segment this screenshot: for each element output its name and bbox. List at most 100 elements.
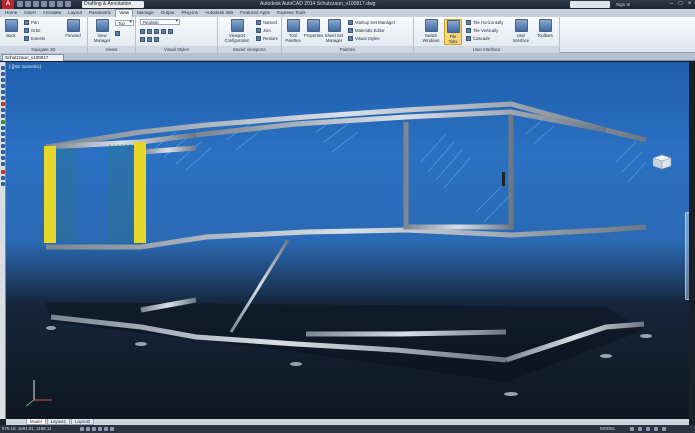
spline-tool-icon[interactable] [1, 108, 5, 112]
polyline-tool-icon[interactable] [1, 72, 5, 76]
ribbon-tab-insert[interactable]: Insert [21, 9, 39, 17]
tool-palettes-label: Tool Palettes [285, 33, 301, 43]
orbit-button[interactable]: Orbit [24, 27, 40, 34]
switch-windows-button[interactable]: Switch Windows [420, 19, 442, 45]
join-label: Join [263, 28, 271, 33]
ribbon-tab-parametric[interactable]: Parametric [86, 9, 114, 17]
extents-button[interactable]: Extents [24, 35, 45, 42]
ribbon-tab-home[interactable]: Home [2, 9, 20, 17]
rectangle-tool-icon[interactable] [1, 84, 5, 88]
copy-tool-icon[interactable] [1, 176, 5, 180]
clean-screen-icon[interactable] [662, 427, 666, 431]
isolate-icon[interactable] [654, 427, 658, 431]
plot-icon[interactable] [49, 1, 55, 7]
open-icon[interactable] [25, 1, 31, 7]
gradient-tool-icon[interactable] [1, 144, 5, 148]
polar-icon[interactable] [98, 427, 102, 431]
save-icon[interactable] [33, 1, 39, 7]
hatch-tool-icon[interactable] [1, 138, 5, 142]
forward-button[interactable]: Forward [64, 19, 82, 45]
back-button[interactable]: Back [2, 19, 20, 45]
ribbon-tab-plug-ins[interactable]: Plug-ins [178, 9, 201, 17]
viewport-configuration-button[interactable]: Viewport Configuration [224, 19, 250, 45]
materials-editor-button[interactable]: Materials Editor [348, 27, 385, 34]
tool-palettes-button[interactable]: Tool Palettes [284, 19, 302, 45]
grid-icon[interactable] [86, 427, 90, 431]
application-menu-button[interactable]: A [2, 0, 14, 9]
redo-icon[interactable] [65, 1, 71, 7]
otrack-icon[interactable] [110, 427, 114, 431]
mirror-tool-icon[interactable] [1, 182, 5, 186]
toolbars-button[interactable]: Toolbars [534, 19, 556, 45]
workspace-dropdown[interactable]: Drafting & Annotation [82, 1, 144, 8]
erase-tool-icon[interactable] [1, 170, 5, 174]
ellipse-tool-icon[interactable] [1, 114, 5, 118]
revcloud-tool-icon[interactable] [1, 102, 5, 106]
workspace-switch-icon[interactable] [638, 427, 642, 431]
ribbon-tab-autodesk-360[interactable]: Autodesk 360 [202, 9, 236, 17]
osnap-icon[interactable] [104, 427, 108, 431]
view-dropdown[interactable]: Top [115, 20, 134, 26]
join-viewports-button[interactable]: Join [256, 27, 271, 34]
annotation-scale-icon[interactable] [630, 427, 634, 431]
ribbon-tab-view[interactable]: View [115, 9, 134, 17]
polygon-tool-icon[interactable] [1, 78, 5, 82]
ribbon-tab-featured-apps[interactable]: Featured Apps [237, 9, 273, 17]
maximize-icon[interactable]: □ [677, 1, 684, 8]
point-tool-icon[interactable] [1, 132, 5, 136]
mtext-tool-icon[interactable] [1, 162, 5, 166]
view-manager-button[interactable]: View Manager [90, 19, 114, 45]
ortho-icon[interactable] [92, 427, 96, 431]
home-view-button[interactable] [115, 30, 120, 37]
tile-vertically-icon [466, 28, 471, 33]
user-interface-button[interactable]: User Interface [510, 19, 532, 45]
visual-style-dropdown[interactable]: Realistic [140, 19, 180, 25]
tile-horizontally-label: Tile Horizontally [473, 20, 504, 25]
region-tool-icon[interactable] [1, 150, 5, 154]
ribbon-tab-layout[interactable]: Layout [65, 9, 85, 17]
pan-button[interactable]: Pan [24, 19, 39, 26]
markup-set-manager-button[interactable]: Markup Set Manager [348, 19, 395, 26]
save-as-icon[interactable] [41, 1, 47, 7]
insert-block-icon[interactable] [1, 120, 5, 124]
tile-vertically-button[interactable]: Tile Vertically [466, 27, 498, 34]
named-viewports-button[interactable]: Named [256, 19, 277, 26]
navigation-bar[interactable] [685, 212, 689, 300]
viewcube[interactable] [651, 154, 673, 170]
visual-styles-palette-button[interactable]: Visual Styles [348, 35, 380, 42]
undo-icon[interactable] [57, 1, 63, 7]
file-tab-bar: Schutzzaun_v100817 [0, 53, 695, 61]
ucs-icon [25, 380, 52, 407]
properties-button[interactable]: Properties [304, 19, 323, 45]
user-interface-icon [514, 19, 528, 32]
file-tabs-button[interactable]: File Tabs [444, 19, 462, 45]
viewport-configuration-icon [230, 19, 244, 32]
shadow-row[interactable] [140, 28, 173, 35]
face-style-row[interactable] [140, 36, 159, 43]
line-tool-icon[interactable] [1, 66, 5, 70]
ribbon-tab-output[interactable]: Output [158, 9, 178, 17]
make-block-icon[interactable] [1, 126, 5, 130]
minimize-icon[interactable]: – [668, 1, 675, 8]
close-icon[interactable]: × [686, 1, 693, 8]
file-tab[interactable]: Schutzzaun_v100817 [2, 54, 64, 61]
model-space-label[interactable]: MODEL [600, 425, 616, 433]
sign-in-link[interactable]: Sign In [616, 0, 630, 9]
ribbon-tab-manage[interactable]: Manage [134, 9, 157, 17]
table-tool-icon[interactable] [1, 156, 5, 160]
panel-visual-styles: Realistic Visual Styles [136, 17, 218, 53]
tile-horizontally-button[interactable]: Tile Horizontally [466, 19, 503, 26]
panel-user-interface: Switch Windows File Tabs Tile Horizontal… [414, 17, 560, 53]
arc-tool-icon[interactable] [1, 90, 5, 94]
drawing-viewport[interactable]: [-][SE Isometric] [6, 62, 689, 419]
ribbon-tab-express-tools[interactable]: Express Tools [274, 9, 309, 17]
search-input[interactable] [570, 1, 610, 8]
circle-tool-icon[interactable] [1, 96, 5, 100]
cascade-button[interactable]: Cascade [466, 35, 490, 42]
lock-icon[interactable] [646, 427, 650, 431]
snap-icon[interactable] [80, 427, 84, 431]
ribbon-tab-annotate[interactable]: Annotate [40, 9, 64, 17]
new-icon[interactable] [17, 1, 23, 7]
sheet-set-manager-button[interactable]: Sheet Set Manager [324, 19, 344, 45]
restore-viewports-button[interactable]: Restore [256, 35, 278, 42]
